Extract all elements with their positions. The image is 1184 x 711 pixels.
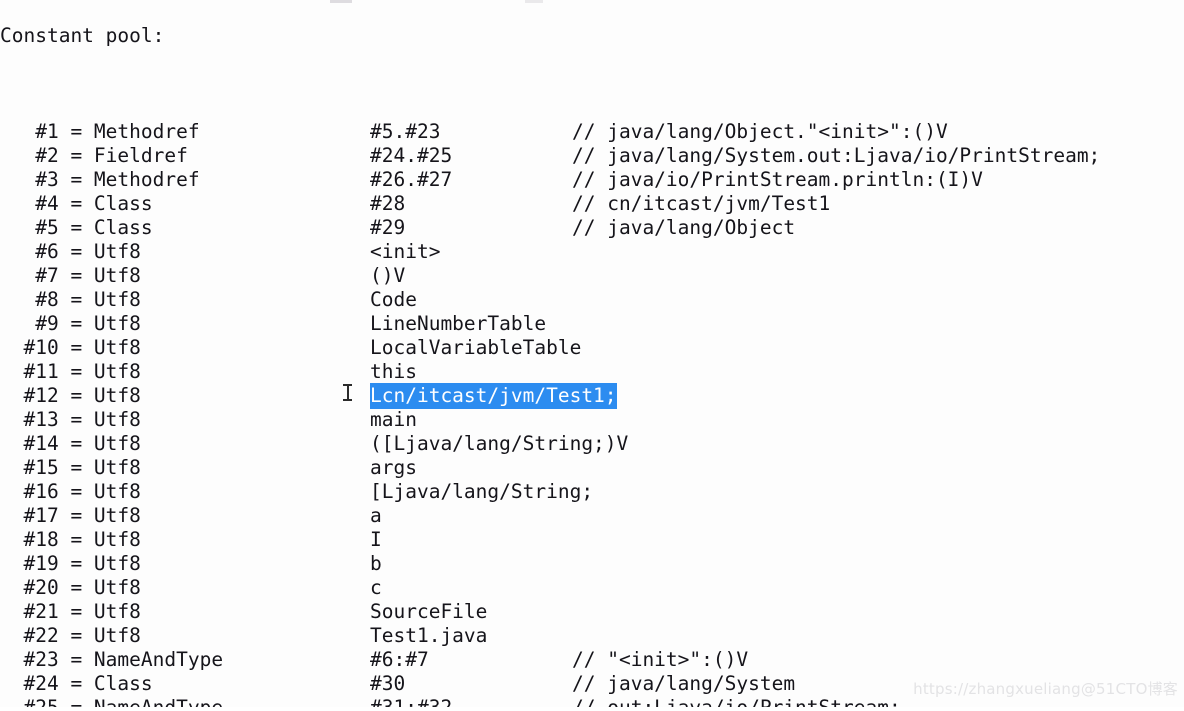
constant-pool-row[interactable]: #1 = Methodref #5.#23 // java/lang/Object.…	[0, 120, 1184, 144]
constant-pool-row-index-tag: #2 = Fieldref	[0, 144, 188, 167]
constant-pool-row-value: Code	[370, 288, 417, 311]
constant-pool-row-comment: // java/lang/Object."<init>":()V	[572, 120, 948, 143]
constant-pool-row-index-tag: #20 = Utf8	[0, 576, 141, 599]
constant-pool-row-index-tag: #18 = Utf8	[0, 528, 141, 551]
constant-pool-row-index-tag: #15 = Utf8	[0, 456, 141, 479]
constant-pool-row-index-tag: #6 = Utf8	[0, 240, 141, 263]
constant-pool-row[interactable]: #6 = Utf8 <init>	[0, 240, 1184, 264]
constant-pool-row[interactable]: #8 = Utf8 Code	[0, 288, 1184, 312]
constant-pool-row[interactable]: #15 = Utf8 args	[0, 456, 1184, 480]
constant-pool-row-comment: // java/lang/System	[572, 672, 796, 695]
constant-pool-row[interactable]: #9 = Utf8 LineNumberTable	[0, 312, 1184, 336]
selected-value-text: Lcn/itcast/jvm/Test1;	[370, 383, 617, 409]
constant-pool-row-index-tag: #21 = Utf8	[0, 600, 141, 623]
constant-pool-row[interactable]: #21 = Utf8 SourceFile	[0, 600, 1184, 624]
constant-pool-row-comment: // cn/itcast/jvm/Test1	[572, 192, 831, 215]
constant-pool-row-value: Test1.java	[370, 624, 488, 647]
constant-pool-row-value: <init>	[370, 240, 441, 263]
constant-pool-row-value: b	[370, 552, 382, 575]
constant-pool-row-comment: // java/lang/Object	[572, 216, 796, 239]
constant-pool-row[interactable]: #2 = Fieldref #24.#25 // java/lang/System.…	[0, 144, 1184, 168]
constant-pool-row[interactable]: #13 = Utf8 main	[0, 408, 1184, 432]
constant-pool-row-index-tag: #7 = Utf8	[0, 264, 141, 287]
constant-pool-row[interactable]: #22 = Utf8 Test1.java	[0, 624, 1184, 648]
constant-pool-row-value: ([Ljava/lang/String;)V	[370, 432, 629, 455]
constant-pool-row-index-tag: #4 = Class	[0, 192, 153, 215]
constant-pool-row-value: #29	[370, 216, 406, 239]
constant-pool-row-index-tag: #17 = Utf8	[0, 504, 141, 527]
constant-pool-row-index-tag: #9 = Utf8	[0, 312, 141, 335]
constant-pool-row[interactable]: #19 = Utf8 b	[0, 552, 1184, 576]
constant-pool-row-comment: // "<init>":()V	[572, 648, 749, 671]
constant-pool-row-index-tag: #13 = Utf8	[0, 408, 141, 431]
constant-pool-row-index-tag: #1 = Methodref	[0, 120, 200, 143]
javap-output-viewport: Constant pool: #1 = Methodref #5.#23 // ja…	[0, 0, 1184, 711]
constant-pool-listing[interactable]: Constant pool: #1 = Methodref #5.#23 // ja…	[0, 0, 1184, 711]
constant-pool-row[interactable]: #14 = Utf8 ([Ljava/lang/String;)V	[0, 432, 1184, 456]
constant-pool-row-index-tag: #14 = Utf8	[0, 432, 141, 455]
constant-pool-row-index-tag: #12 = Utf8	[0, 384, 141, 407]
constant-pool-row-value: ()V	[370, 264, 406, 287]
constant-pool-row-index-tag: #16 = Utf8	[0, 480, 141, 503]
constant-pool-row-comment: // java/lang/System.out:Ljava/io/PrintSt…	[572, 144, 1101, 167]
constant-pool-row-index-tag: #24 = Class	[0, 672, 153, 695]
constant-pool-row[interactable]: #20 = Utf8 c	[0, 576, 1184, 600]
text-selection-highlight: Lcn/itcast/jvm/Test1;	[370, 383, 617, 409]
constant-pool-row[interactable]: #4 = Class #28 // cn/itcast/jvm/Test1	[0, 192, 1184, 216]
constant-pool-row-value: SourceFile	[370, 600, 488, 623]
constant-pool-row[interactable]: #12 = Utf8 Lcn/itcast/jvm/Test1;	[0, 383, 1184, 409]
constant-pool-row-index-tag: #19 = Utf8	[0, 552, 141, 575]
constant-pool-row-value: #5.#23	[370, 120, 441, 143]
constant-pool-row[interactable]: #16 = Utf8 [Ljava/lang/String;	[0, 480, 1184, 504]
constant-pool-row-index-tag: #8 = Utf8	[0, 288, 141, 311]
constant-pool-row[interactable]: #11 = Utf8 this	[0, 360, 1184, 384]
constant-pool-row[interactable]: #3 = Methodref #26.#27 // java/io/PrintStr…	[0, 168, 1184, 192]
constant-pool-row-index-tag: #22 = Utf8	[0, 624, 141, 647]
constant-pool-row-index-tag: #11 = Utf8	[0, 360, 141, 383]
constant-pool-row-value: #24.#25	[370, 144, 453, 167]
constant-pool-row-value: #28	[370, 192, 406, 215]
constant-pool-row-value: LocalVariableTable	[370, 336, 582, 359]
constant-pool-row[interactable]: #18 = Utf8 I	[0, 528, 1184, 552]
constant-pool-row-value: c	[370, 576, 382, 599]
site-watermark: https://zhangxueliang@51CTO博客	[913, 680, 1178, 698]
constant-pool-row-index-tag: #23 = NameAndType	[0, 648, 224, 671]
constant-pool-row-value: this	[370, 360, 417, 383]
constant-pool-row-comment: // java/io/PrintStream.println:(I)V	[572, 168, 983, 191]
constant-pool-row[interactable]: #10 = Utf8 LocalVariableTable	[0, 336, 1184, 360]
constant-pool-row-value: a	[370, 504, 382, 527]
constant-pool-heading-text: Constant pool:	[0, 24, 165, 47]
constant-pool-row-index-tag: #5 = Class	[0, 216, 153, 239]
constant-pool-row-value: #26.#27	[370, 168, 453, 191]
constant-pool-row-value: args	[370, 456, 417, 479]
constant-pool-row-index-tag: #10 = Utf8	[0, 336, 141, 359]
constant-pool-row[interactable]: #7 = Utf8 ()V	[0, 264, 1184, 288]
constant-pool-row[interactable]: #17 = Utf8 a	[0, 504, 1184, 528]
constant-pool-row-value: [Ljava/lang/String;	[370, 480, 594, 503]
constant-pool-row[interactable]: #5 = Class #29 // java/lang/Object	[0, 216, 1184, 240]
constant-pool-row-value: #6:#7	[370, 648, 429, 671]
constant-pool-row-value: I	[370, 528, 382, 551]
constant-pool-row[interactable]: #23 = NameAndType #6:#7 // "<init>":()V	[0, 648, 1184, 672]
bottom-clip-mask	[0, 707, 1184, 711]
constant-pool-row-value: main	[370, 408, 417, 431]
constant-pool-row-value: LineNumberTable	[370, 312, 547, 335]
constant-pool-row-value: #30	[370, 672, 406, 695]
constant-pool-heading: Constant pool:	[0, 24, 1184, 48]
constant-pool-row-index-tag: #3 = Methodref	[0, 168, 200, 191]
